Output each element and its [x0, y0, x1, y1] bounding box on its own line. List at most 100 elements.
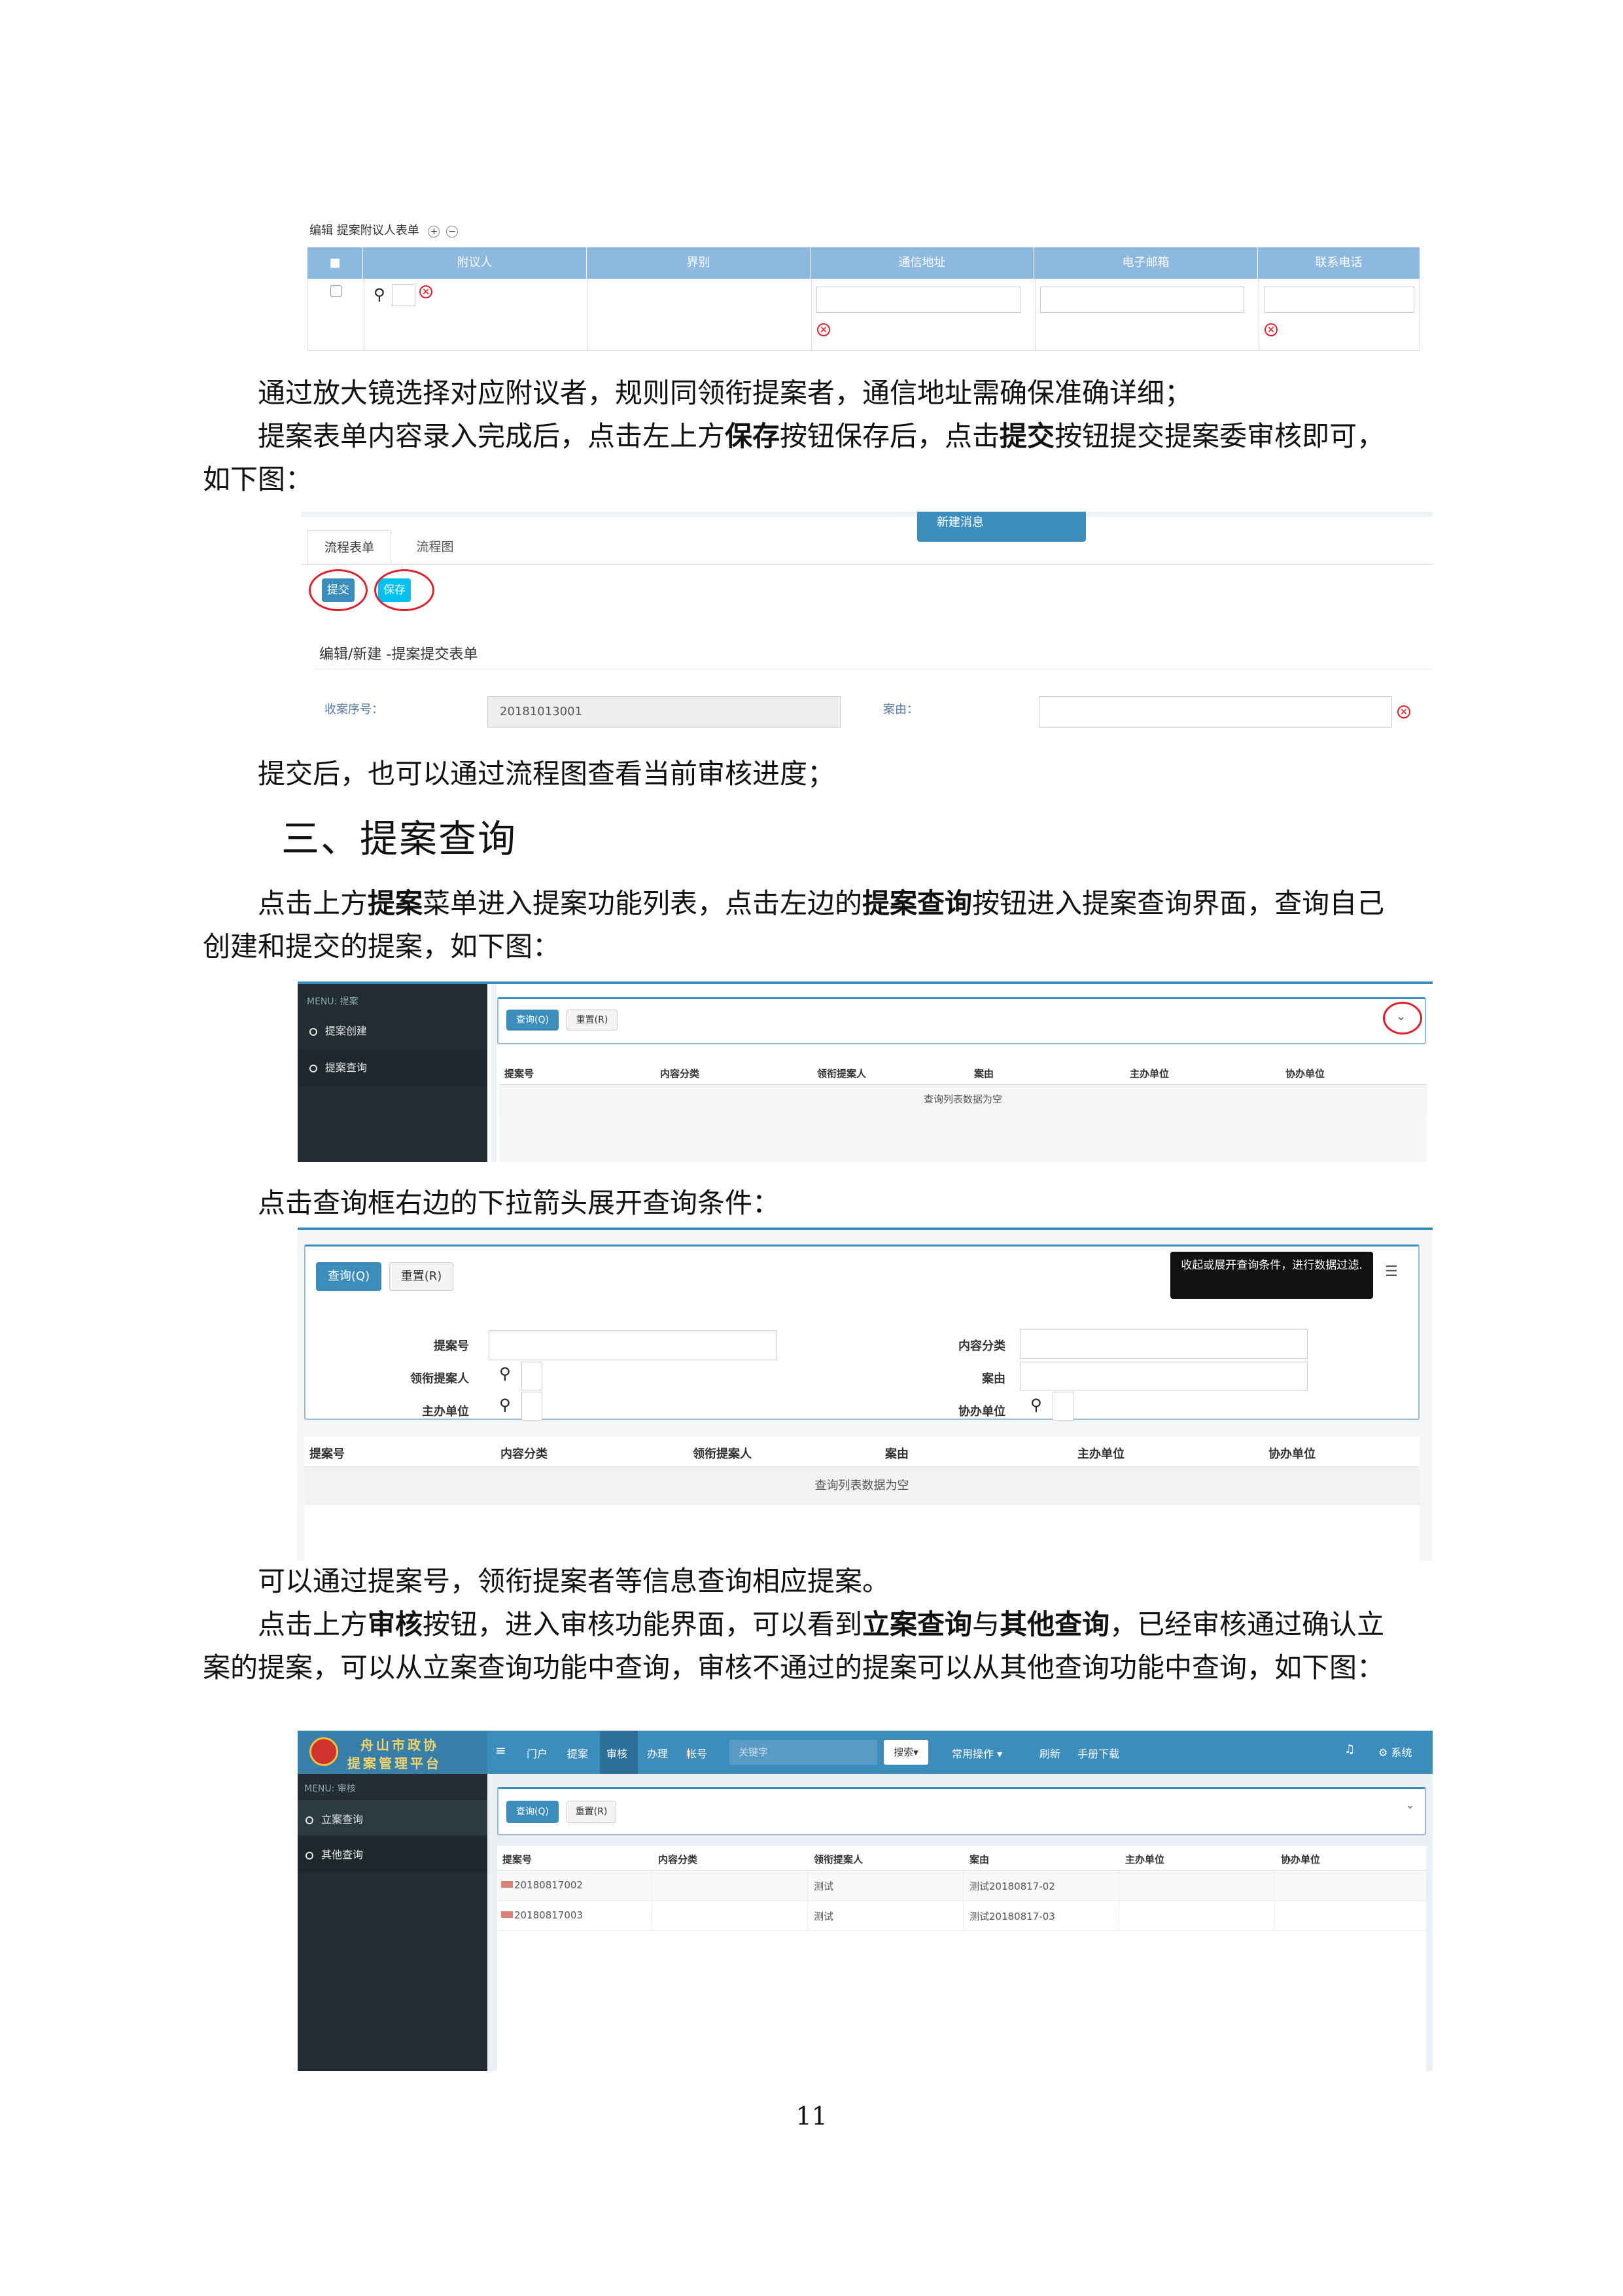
expanded-query-screenshot: 查询(Q) 重置(R) 收起或展开查询条件，进行数据过滤. ☰ 提案号 领衔提案…: [298, 1227, 1433, 1561]
paragraph-audit: 点击上方审核按钮，进入审核功能界面，可以看到立案查询与其他查询，已经审核通过确认…: [203, 1608, 1385, 1684]
query-panel: 查询(Q) 重置(R) 收起或展开查询条件，进行数据过滤. ☰ 提案号 领衔提案…: [304, 1245, 1420, 1421]
page-number: 11: [795, 2102, 828, 2130]
query-box: 查询(Q) 重置(R) ⌄: [497, 1787, 1426, 1835]
label-proposer: 领衔提案人: [410, 1372, 469, 1386]
table-row[interactable]: 20180817002 测试 测试20180817-02: [497, 1871, 1426, 1901]
reset-button[interactable]: 重置(R): [389, 1262, 453, 1291]
status-badge: [501, 1911, 513, 1918]
subject-label: 案由：: [883, 703, 918, 716]
email-input[interactable]: [1040, 287, 1244, 313]
reset-button[interactable]: 重置(R): [567, 1010, 618, 1031]
subject-input[interactable]: [1039, 696, 1392, 728]
highlight-circle: [374, 569, 434, 611]
nav-audit[interactable]: 审核: [606, 1745, 627, 1761]
form-toolbar: 编辑 提案附议人表单 + −: [309, 221, 459, 238]
search-button[interactable]: 搜索▾: [884, 1740, 928, 1765]
search-input[interactable]: 关键字: [729, 1740, 877, 1765]
receipt-number-field: 20181013001: [487, 696, 841, 728]
paragraph-proposal-query: 点击上方提案菜单进入提案功能列表，点击左边的提案查询按钮进入提案查询界面，查询自…: [203, 887, 1385, 963]
filter-tooltip: 收起或展开查询条件，进行数据过滤.: [1170, 1252, 1373, 1299]
refresh-link[interactable]: 刷新: [1039, 1745, 1060, 1761]
sidebar-item-other-query[interactable]: 其他查询: [305, 1846, 363, 1862]
remove-row-icon[interactable]: −: [446, 226, 459, 238]
tab-process-chart[interactable]: 流程图: [399, 530, 471, 564]
form-toolbar-label: 编辑 提案附议人表单: [309, 224, 419, 238]
manual-download-link[interactable]: 手册下载: [1077, 1745, 1119, 1761]
co-unit-input[interactable]: [1053, 1392, 1073, 1421]
paragraph-expand-conditions: 点击查询框右边的下拉箭头展开查询条件：: [258, 1187, 780, 1219]
results-table: 提案号 内容分类 领衔提案人 案由 主办单位 协办单位 20180817002 …: [497, 1846, 1426, 2071]
sidebar-item-filed-query[interactable]: 立案查询: [305, 1810, 363, 1826]
top-navbar: 舟山市政协 提案管理平台 ≡ 门户 提案 审核 办理 帐号 关键字 搜索▾ 常用…: [298, 1731, 1433, 1774]
logo-line-1: 舟山市政协: [360, 1737, 439, 1753]
status-badge: [501, 1881, 513, 1888]
header-sector: 界别: [587, 247, 811, 279]
highlight-circle: [309, 569, 368, 611]
logo: 舟山市政协 提案管理平台: [298, 1731, 487, 1774]
audit-screenshot: 舟山市政协 提案管理平台 ≡ 门户 提案 审核 办理 帐号 关键字 搜索▾ 常用…: [298, 1731, 1433, 2071]
list-icon[interactable]: ☰: [1385, 1263, 1398, 1280]
system-menu[interactable]: ⚙ 系统: [1378, 1744, 1412, 1759]
query-button[interactable]: 查询(Q): [506, 1801, 559, 1823]
select-all-checkbox[interactable]: ■: [307, 247, 363, 279]
new-message-button[interactable]: 新建消息: [917, 512, 1086, 542]
proposer-input[interactable]: [521, 1362, 542, 1390]
section-heading: 三、提案查询: [281, 817, 517, 861]
empty-message: 查询列表数据为空: [499, 1085, 1427, 1114]
emblem-icon: [309, 1737, 338, 1766]
results-header: 提案号 内容分类 领衔提案人 案由 主办单位 协办单位: [497, 1846, 1426, 1871]
table-row[interactable]: 20180817003 测试 测试20180817-03: [497, 1901, 1426, 1931]
search-icon[interactable]: ⚲: [499, 1364, 511, 1383]
add-row-icon[interactable]: +: [428, 226, 440, 238]
query-button[interactable]: 查询(Q): [506, 1010, 559, 1031]
header-phone: 联系电话: [1315, 256, 1363, 270]
menu-title: MENU: 审核: [304, 1784, 356, 1794]
paragraph-cosigner-rule: 通过放大镜选择对应附议者，规则同领衔提案者，通信地址需确保准确详细；: [258, 377, 1193, 409]
gear-icon: ⚙: [1378, 1746, 1388, 1759]
cosigner-form-screenshot: 编辑 提案附议人表单 + − ■ 附议人 界别 通信地址 电子邮箱 联系电话 ⚲…: [304, 216, 1426, 357]
nav-handle[interactable]: 办理: [647, 1745, 668, 1761]
nav-portal[interactable]: 门户: [527, 1745, 548, 1761]
proposal-query-screenshot: MENU: 提案 提案创建 提案查询 查询(Q) 重置(R) ⌄ 提案号 内容分…: [298, 981, 1433, 1162]
category-input[interactable]: [1020, 1329, 1308, 1359]
paragraph-save-submit: 提案表单内容录入完成后，点击左上方保存按钮保存后，点击提交按钮提交提案委审核即可…: [203, 420, 1385, 495]
query-button[interactable]: 查询(Q): [316, 1262, 381, 1291]
row-checkbox[interactable]: [330, 285, 342, 297]
search-icon[interactable]: ⚲: [374, 285, 385, 304]
bell-icon[interactable]: ♫: [1344, 1742, 1355, 1756]
proposal-no-input[interactable]: [489, 1330, 777, 1360]
table-header: ■ 附议人 界别 通信地址 电子邮箱 联系电话: [307, 247, 1420, 279]
search-icon[interactable]: ⚲: [1030, 1396, 1042, 1414]
sidebar-item-create[interactable]: 提案创建: [309, 1022, 367, 1038]
query-box: 查询(Q) 重置(R) ⌄: [497, 997, 1426, 1044]
table-row: ⚲ × × ×: [307, 279, 1420, 351]
reset-button[interactable]: 重置(R): [567, 1801, 616, 1823]
results-header: 提案号 内容分类 领衔提案人 案由 主办单位 协办单位: [499, 1061, 1427, 1085]
results-header: 提案号 内容分类 领衔提案人 案由 主办单位 协办单位: [304, 1437, 1420, 1467]
nav-account[interactable]: 帐号: [686, 1745, 707, 1761]
tab-process-form[interactable]: 流程表单: [307, 530, 391, 564]
label-proposal-no: 提案号: [434, 1339, 469, 1353]
subject-input[interactable]: [1020, 1362, 1308, 1390]
clear-icon[interactable]: ×: [419, 285, 432, 298]
receipt-label: 收案序号：: [324, 703, 383, 716]
sidebar-item-query[interactable]: 提案查询: [309, 1059, 367, 1074]
sidebar: MENU: 提案 提案创建 提案查询: [298, 984, 487, 1162]
common-ops-dropdown[interactable]: 常用操作 ▾: [952, 1745, 1002, 1761]
label-host-unit: 主办单位: [422, 1405, 469, 1419]
search-icon[interactable]: ⚲: [499, 1396, 511, 1414]
address-input[interactable]: [816, 287, 1021, 313]
menu-title: MENU: 提案: [307, 997, 358, 1007]
header-email: 电子邮箱: [1034, 247, 1258, 279]
nav-proposal[interactable]: 提案: [567, 1745, 588, 1761]
phone-input[interactable]: [1264, 287, 1414, 313]
sidebar: MENU: 审核 立案查询 其他查询: [298, 1774, 487, 2071]
cosigner-input[interactable]: [392, 284, 415, 306]
header-address: 通信地址: [811, 247, 1034, 279]
form-title: 编辑/新建 -提案提交表单: [319, 646, 478, 663]
required-icon: ×: [1265, 323, 1278, 336]
chevron-down-icon[interactable]: ⌄: [1405, 1798, 1415, 1812]
host-unit-input[interactable]: [521, 1392, 542, 1421]
paragraph-query-by: 可以通过提案号，领衔提案者等信息查询相应提案。: [258, 1565, 890, 1597]
menu-toggle-icon[interactable]: ≡: [495, 1742, 506, 1758]
